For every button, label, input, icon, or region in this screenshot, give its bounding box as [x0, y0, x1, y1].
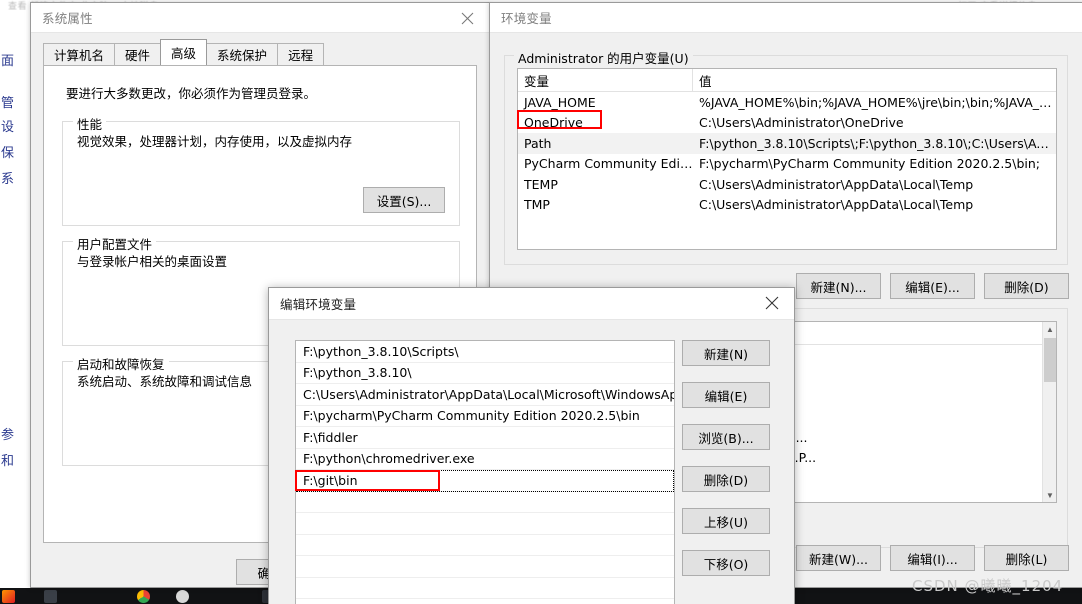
tab-hardware[interactable]: 硬件	[114, 43, 162, 65]
close-icon[interactable]	[445, 3, 489, 33]
close-icon[interactable]	[750, 288, 794, 318]
table-row[interactable]: JAVA_HOME %JAVA_HOME%\bin;%JAVA_HOME%\jr…	[518, 92, 1056, 113]
browse-button[interactable]: 浏览(B)...	[682, 424, 770, 450]
variable-value: C:\Users\Administrator\AppData\Local\Tem…	[699, 176, 974, 192]
system-properties-tabs[interactable]: 计算机名 硬件 高级 系统保护 远程	[43, 39, 325, 65]
table-row[interactable]: PyCharm Community Editi... F:\pycharm\Py…	[518, 154, 1056, 175]
edit-dialog-titlebar[interactable]: 编辑环境变量	[269, 288, 794, 320]
move-up-button[interactable]: 上移(U)	[682, 508, 770, 534]
table-row[interactable]: TMP C:\Users\Administrator\AppData\Local…	[518, 195, 1056, 216]
background-char: 保	[1, 146, 15, 161]
performance-settings-button[interactable]: 设置(S)...	[363, 187, 445, 213]
variable-value: %JAVA_HOME%\bin;%JAVA_HOME%\jre\bin;\bin…	[699, 94, 1056, 110]
environment-variables-titlebar[interactable]: 环境变量	[490, 3, 1082, 33]
scroll-up-icon[interactable]: ▲	[1043, 322, 1056, 336]
list-item[interactable]: F:\python_3.8.10\	[296, 363, 674, 384]
list-item[interactable]	[296, 578, 674, 599]
screen: 查看 新建文件夹 此电脑 > 本地磁盘 打开 查看详细信息 面 管 设 保 系 …	[0, 0, 1082, 604]
list-item-focused[interactable]: F:\git\bin	[296, 470, 674, 492]
variable-name: TEMP	[524, 176, 558, 192]
system-properties-title: 系统属性	[42, 11, 93, 26]
variable-value: F:\python_3.8.10\Scripts\;F:\python_3.8.…	[699, 135, 1056, 151]
taskbar-icon-firefox[interactable]	[2, 590, 15, 603]
user-variables-buttons: 新建(N)... 编辑(E)... 删除(D)	[796, 273, 1069, 299]
variable-name: JAVA_HOME	[524, 94, 596, 110]
edit-environment-variable-dialog: 编辑环境变量 F:\python_3.8.10\Scripts\ F:\pyth…	[268, 287, 795, 604]
table-row[interactable]: OneDrive C:\Users\Administrator\OneDrive	[518, 113, 1056, 134]
background-char: 和	[1, 454, 15, 469]
list-item[interactable]	[296, 513, 674, 535]
tab-remote[interactable]: 远程	[277, 43, 325, 65]
user-variables-header-row: 变量 值	[518, 69, 1056, 92]
list-item[interactable]: F:\python\chromedriver.exe	[296, 449, 674, 470]
taskbar-icon-settings[interactable]	[176, 590, 189, 603]
delete-user-variable-button[interactable]: 删除(D)	[984, 273, 1069, 299]
background-char: 参	[1, 428, 15, 443]
background-char: 面	[1, 54, 15, 69]
tab-system-protection[interactable]: 系统保护	[206, 43, 279, 65]
list-item[interactable]: F:\fiddler	[296, 427, 674, 449]
list-item[interactable]	[296, 535, 674, 556]
delete-entry-button[interactable]: 删除(D)	[682, 466, 770, 492]
scroll-down-icon[interactable]: ▼	[1043, 488, 1056, 502]
system-properties-titlebar[interactable]: 系统属性	[31, 3, 489, 33]
path-entries-list[interactable]: F:\python_3.8.10\Scripts\ F:\python_3.8.…	[295, 340, 675, 604]
variable-name: OneDrive	[524, 115, 583, 131]
edit-dialog-title: 编辑环境变量	[280, 297, 357, 312]
list-item[interactable]: C:\Users\Administrator\AppData\Local\Mic…	[296, 384, 674, 406]
performance-group: 性能 视觉效果，处理器计划，内存使用，以及虚拟内存 设置(S)...	[62, 114, 460, 226]
variable-value: C:\Users\Administrator\AppData\Local\Tem…	[699, 197, 974, 213]
variable-name: Path	[524, 135, 552, 151]
variable-name: PyCharm Community Editi...	[524, 156, 693, 172]
new-entry-button[interactable]: 新建(N)	[682, 340, 770, 366]
startup-recovery-description: 系统启动、系统故障和调试信息	[77, 374, 253, 389]
user-variables-group-legend: Administrator 的用户变量(U)	[514, 48, 693, 67]
admin-notice-text: 要进行大多数更改，你必须作为管理员登录。	[66, 86, 317, 101]
system-variables-scrollbar[interactable]: ▲ ▼	[1042, 322, 1056, 502]
list-item[interactable]: F:\python_3.8.10\Scripts\	[296, 341, 674, 363]
column-header-value[interactable]: 值	[693, 69, 1056, 91]
system-variables-buttons: 新建(W)... 编辑(I)... 删除(L)	[796, 545, 1069, 571]
new-system-variable-button[interactable]: 新建(W)...	[796, 545, 881, 571]
desktop-background-left: 面 管 设 保 系 参 和	[0, 10, 30, 588]
variable-name: TMP	[524, 197, 550, 213]
scrollbar-thumb[interactable]	[1044, 338, 1056, 382]
user-profiles-description: 与登录帐户相关的桌面设置	[77, 254, 228, 269]
list-item[interactable]	[296, 492, 674, 513]
edit-entry-button[interactable]: 编辑(E)	[682, 382, 770, 408]
background-char: 系	[1, 172, 15, 187]
taskbar-icon-chrome[interactable]	[137, 590, 150, 603]
new-user-variable-button[interactable]: 新建(N)...	[796, 273, 881, 299]
taskbar-icon-explorer[interactable]	[44, 590, 57, 603]
environment-variables-title: 环境变量	[501, 11, 552, 26]
background-char: 设	[1, 120, 15, 135]
user-variables-list[interactable]: 变量 值 JAVA_HOME %JAVA_HOME%\bin;%JAVA_HOM…	[517, 68, 1057, 250]
variable-value: F:\pycharm\PyCharm Community Edition 202…	[699, 156, 1041, 172]
move-down-button[interactable]: 下移(O)	[682, 550, 770, 576]
list-item[interactable]	[296, 556, 674, 578]
edit-dialog-buttons: 新建(N) 编辑(E) 浏览(B)... 删除(D) 上移(U) 下移(O)	[682, 340, 770, 576]
variable-value: C:\Users\Administrator\OneDrive	[699, 115, 904, 131]
background-char: 管	[1, 96, 15, 111]
table-row[interactable]: TEMP C:\Users\Administrator\AppData\Loca…	[518, 174, 1056, 195]
tab-computer-name[interactable]: 计算机名	[43, 43, 116, 65]
performance-description: 视觉效果，处理器计划，内存使用，以及虚拟内存	[77, 134, 353, 149]
table-row-selected[interactable]: Path F:\python_3.8.10\Scripts\;F:\python…	[518, 133, 1056, 154]
edit-system-variable-button[interactable]: 编辑(I)...	[890, 545, 975, 571]
user-variables-group: Administrator 的用户变量(U) 变量 值 JAVA_HOME %J…	[504, 48, 1068, 265]
delete-system-variable-button[interactable]: 删除(L)	[984, 545, 1069, 571]
tab-advanced[interactable]: 高级	[160, 39, 208, 65]
edit-user-variable-button[interactable]: 编辑(E)...	[890, 273, 975, 299]
column-header-variable[interactable]: 变量	[518, 69, 693, 91]
list-item[interactable]: F:\pycharm\PyCharm Community Edition 202…	[296, 406, 674, 427]
